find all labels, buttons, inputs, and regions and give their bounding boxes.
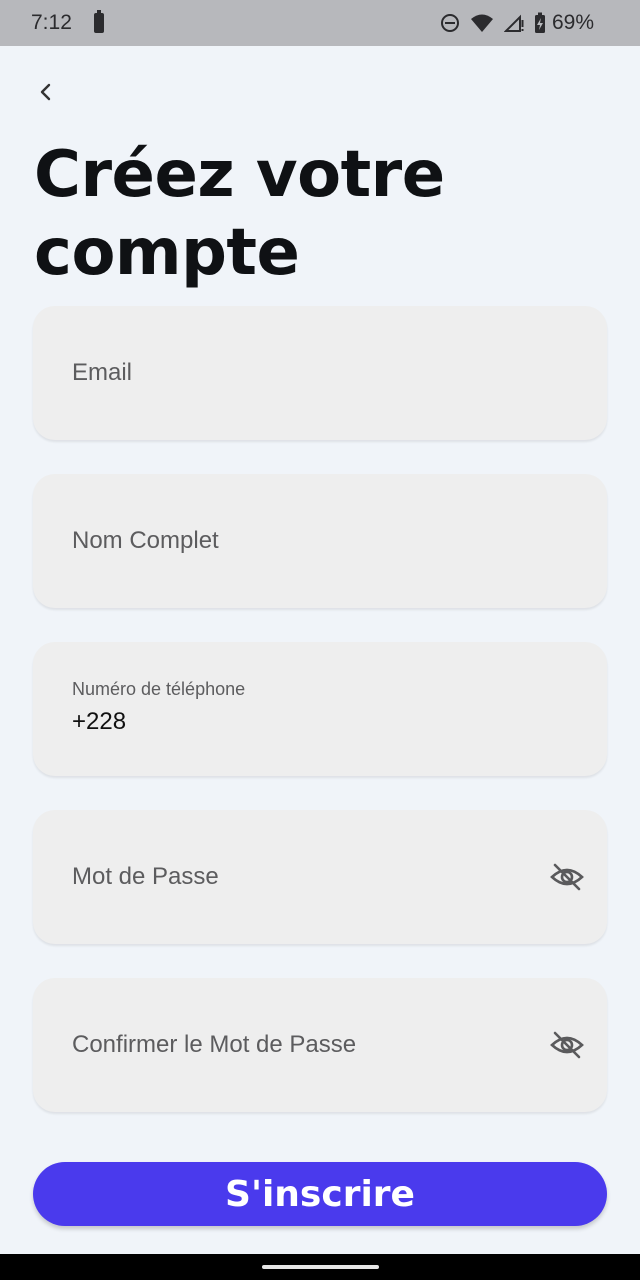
eye-off-icon [550, 863, 584, 891]
wifi-icon [470, 14, 493, 32]
confirm-password-visibility-toggle[interactable] [549, 1027, 585, 1063]
status-bar: 7:12 69% [0, 0, 640, 46]
confirm-password-placeholder: Confirmer le Mot de Passe [72, 1031, 357, 1058]
back-button[interactable] [28, 74, 64, 110]
email-field[interactable]: Email [33, 306, 607, 440]
full-name-placeholder: Nom Complet [72, 527, 219, 554]
phone-label: Numéro de téléphone [72, 679, 246, 699]
signal-icon [503, 14, 524, 32]
battery-percent: 69% [551, 11, 594, 34]
eye-off-icon [550, 1031, 584, 1059]
phone-field[interactable]: Numéro de téléphone +228 [33, 642, 607, 776]
password-placeholder: Mot de Passe [72, 863, 219, 890]
page-title: Créez votre compte [34, 138, 445, 290]
battery-saver-icon [93, 10, 104, 33]
chevron-left-icon [40, 83, 51, 101]
password-visibility-toggle[interactable] [549, 859, 585, 895]
email-placeholder: Email [72, 359, 133, 386]
phone-value: +228 [72, 708, 127, 735]
navigation-bar [0, 1254, 640, 1280]
full-name-field[interactable]: Nom Complet [33, 474, 607, 608]
do-not-disturb-icon [440, 14, 459, 32]
home-gesture-handle[interactable] [262, 1265, 379, 1269]
battery-charging-icon [534, 12, 545, 33]
confirm-password-field[interactable]: Confirmer le Mot de Passe [33, 978, 607, 1112]
status-time: 7:12 [31, 11, 72, 34]
signup-button[interactable]: S'inscrire [33, 1162, 607, 1226]
password-field[interactable]: Mot de Passe [33, 810, 607, 944]
